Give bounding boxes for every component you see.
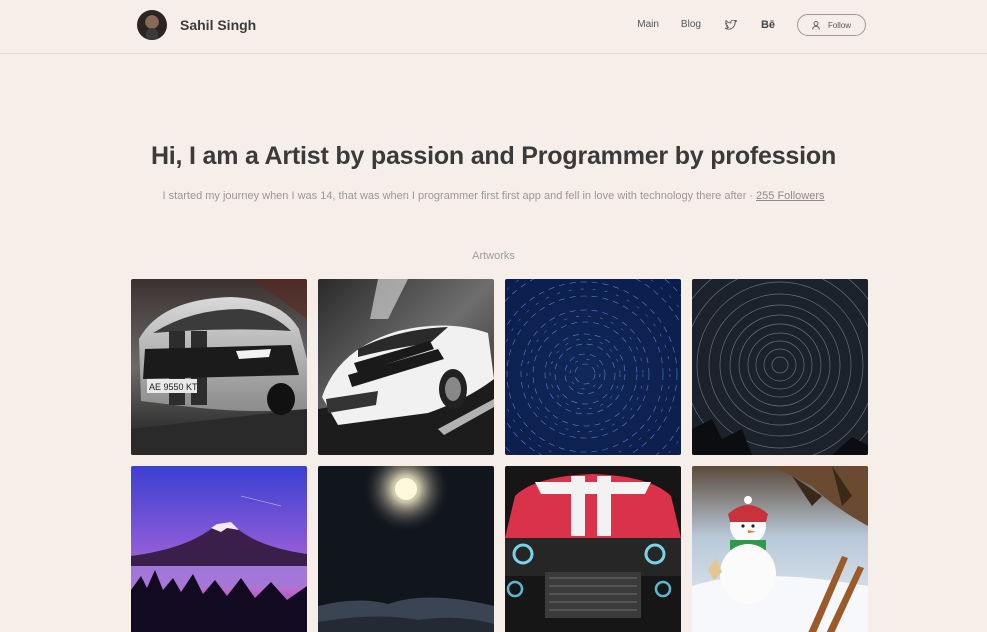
followers-link[interactable]: 255 Followers bbox=[756, 190, 824, 202]
hero-subtitle: I started my journey when I was 14, that… bbox=[0, 190, 987, 202]
hero-title: Hi, I am a Artist by passion and Program… bbox=[150, 142, 837, 170]
follow-button[interactable]: Follow bbox=[797, 14, 866, 36]
separator: · bbox=[749, 190, 754, 202]
license-plate: AE 9550 KT bbox=[149, 382, 198, 392]
artwork-tile-grey-startrails[interactable] bbox=[692, 279, 868, 455]
top-nav: Main Blog Bē Follow bbox=[637, 14, 866, 36]
site-header: Sahil Singh Main Blog Bē Follow bbox=[0, 0, 987, 54]
artwork-tile-mount-fuji[interactable] bbox=[131, 466, 307, 632]
nav-link-main[interactable]: Main bbox=[637, 14, 659, 36]
artwork-tile-snowman[interactable] bbox=[692, 466, 868, 632]
twitter-icon[interactable] bbox=[723, 14, 739, 36]
artwork-tile-ford-gt[interactable] bbox=[318, 279, 494, 455]
avatar[interactable] bbox=[137, 10, 167, 40]
user-icon bbox=[812, 20, 820, 30]
artwork-tile-red-car[interactable] bbox=[505, 466, 681, 632]
artwork-tile-moon[interactable] bbox=[318, 466, 494, 632]
nav-link-blog[interactable]: Blog bbox=[681, 14, 701, 36]
follow-label: Follow bbox=[827, 20, 852, 30]
artworks-heading: Artworks bbox=[472, 250, 515, 262]
artwork-tile-blue-startrails[interactable] bbox=[505, 279, 681, 455]
hero-subtitle-text: I started my journey when I was 14, that… bbox=[162, 190, 747, 202]
behance-icon[interactable]: Bē bbox=[761, 14, 775, 36]
artwork-tile-mustang[interactable]: AE 9550 KT bbox=[131, 279, 307, 455]
brand[interactable]: Sahil Singh bbox=[137, 10, 256, 40]
brand-name[interactable]: Sahil Singh bbox=[180, 17, 256, 33]
